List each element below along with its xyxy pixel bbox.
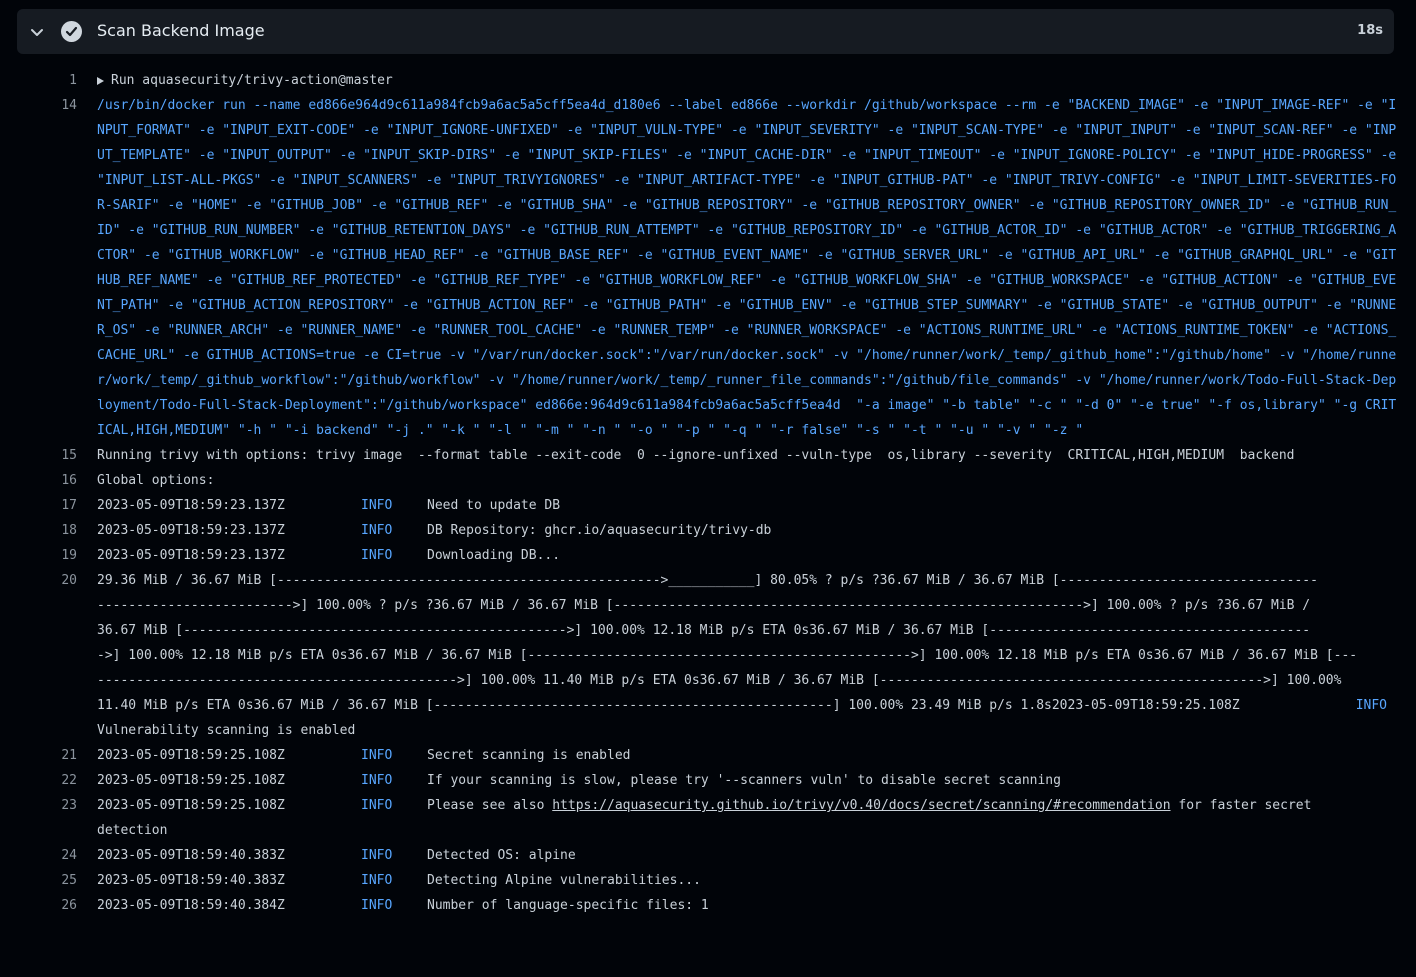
log-message: Downloading DB...: [427, 548, 561, 563]
run-group-label[interactable]: Run aquasecurity/trivy-action@master: [111, 73, 393, 88]
log-message: If your scanning is slow, please try '--…: [427, 773, 1061, 788]
docker-command: /usr/bin/docker run --name ed866e964d9c6…: [97, 98, 1405, 438]
log-level: INFO: [361, 798, 393, 813]
step-duration: 18s: [1357, 23, 1383, 38]
log-timestamp: 2023-05-09T18:59:40.384Z: [97, 898, 285, 913]
log-line: 21 2023-05-09T18:59:25.108Z INFO Secret sc…: [0, 743, 1416, 768]
line-number[interactable]: 15: [40, 443, 77, 468]
log-timestamp: 2023-05-09T18:59:25.108Z: [97, 798, 285, 813]
log-message: Secret scanning is enabled: [427, 748, 631, 763]
log-level: INFO: [361, 548, 393, 563]
line-number[interactable]: 26: [40, 893, 77, 918]
line-number[interactable]: 1: [40, 68, 77, 93]
expand-triangle-icon[interactable]: [97, 76, 104, 85]
log-level: INFO: [361, 498, 393, 513]
log-level: INFO: [361, 748, 393, 763]
log-timestamp: 2023-05-09T18:59:25.108Z: [97, 748, 285, 763]
log-line: 17 2023-05-09T18:59:23.137Z INFO Need to u…: [0, 493, 1416, 518]
log-line: 19 2023-05-09T18:59:23.137Z INFO Downloadi…: [0, 543, 1416, 568]
log-timestamp: 2023-05-09T18:59:40.383Z: [97, 873, 285, 888]
log-line: 22 2023-05-09T18:59:25.108Z INFO If your s…: [0, 768, 1416, 793]
log-message: Need to update DB: [427, 498, 561, 513]
docs-link[interactable]: https://aquasecurity.github.io/trivy/v0.…: [552, 798, 1170, 813]
log-message: Number of language-specific files: 1: [427, 898, 709, 913]
progress-text: ------------------------->] 100.00% ? p/…: [97, 598, 1311, 613]
log-level: INFO: [361, 848, 393, 863]
log-output: 1 Run aquasecurity/trivy-action@master 1…: [0, 68, 1416, 918]
log-level: INFO: [361, 898, 393, 913]
line-number[interactable]: 14: [40, 93, 77, 118]
log-message: Please see also: [427, 798, 553, 813]
log-timestamp: 2023-05-09T18:59:23.137Z: [97, 548, 285, 563]
log-line: 18 2023-05-09T18:59:23.137Z INFO DB Reposi…: [0, 518, 1416, 543]
line-number[interactable]: 23: [40, 793, 77, 818]
log-message: Vulnerability scanning is enabled: [97, 723, 356, 738]
success-check-icon: [61, 21, 82, 42]
line-number[interactable]: 22: [40, 768, 77, 793]
log-line: 15 Running trivy with options: trivy ima…: [0, 443, 1416, 468]
log-line: 16 Global options:: [0, 468, 1416, 493]
chevron-down-icon[interactable]: [29, 24, 45, 40]
step-title: Scan Backend Image: [97, 21, 265, 40]
log-text: Running trivy with options: trivy image …: [97, 448, 1295, 463]
log-line: 14 /usr/bin/docker run --name ed866e964d…: [0, 93, 1416, 443]
line-number[interactable]: 18: [40, 518, 77, 543]
progress-text: ->] 100.00% 12.18 MiB p/s ETA 0s36.67 Mi…: [97, 648, 1358, 663]
line-number[interactable]: 24: [40, 843, 77, 868]
log-timestamp: 2023-05-09T18:59:23.137Z: [97, 498, 285, 513]
line-number[interactable]: 25: [40, 868, 77, 893]
progress-text: 11.40 MiB p/s ETA 0s36.67 MiB / 36.67 Mi…: [97, 698, 1240, 713]
log-line: 26 2023-05-09T18:59:40.384Z INFO Number of…: [0, 893, 1416, 918]
log-level: INFO: [361, 523, 393, 538]
log-timestamp: 2023-05-09T18:59:25.108Z: [97, 773, 285, 788]
log-line: 24 2023-05-09T18:59:40.383Z INFO Detected …: [0, 843, 1416, 868]
progress-text: ----------------------------------------…: [97, 673, 1342, 688]
log-timestamp: 2023-05-09T18:59:40.383Z: [97, 848, 285, 863]
line-number[interactable]: 17: [40, 493, 77, 518]
log-text: Global options:: [97, 473, 215, 488]
log-line-progress: 20 29.36 MiB / 36.67 MiB [--------------…: [0, 568, 1416, 743]
line-number[interactable]: 19: [40, 543, 77, 568]
log-message: Detecting Alpine vulnerabilities...: [427, 873, 701, 888]
line-number[interactable]: 16: [40, 468, 77, 493]
log-level: INFO: [361, 773, 393, 788]
log-message: DB Repository: ghcr.io/aquasecurity/triv…: [427, 523, 772, 538]
log-timestamp: 2023-05-09T18:59:23.137Z: [97, 523, 285, 538]
log-line: 25 2023-05-09T18:59:40.383Z INFO Detecting…: [0, 868, 1416, 893]
log-line[interactable]: 1 Run aquasecurity/trivy-action@master: [0, 68, 1416, 93]
log-message: Detected OS: alpine: [427, 848, 576, 863]
log-level: INFO: [1355, 698, 1387, 713]
log-message: detection: [97, 823, 168, 838]
log-line: 23 2023-05-09T18:59:25.108Z INFO Please …: [0, 793, 1416, 843]
log-level: INFO: [361, 873, 393, 888]
progress-text: 36.67 MiB [-----------------------------…: [97, 623, 1311, 638]
progress-text: 29.36 MiB / 36.67 MiB [-----------------…: [97, 573, 1318, 588]
line-number[interactable]: 20: [40, 568, 77, 593]
step-header[interactable]: Scan Backend Image 18s: [17, 9, 1394, 54]
log-message: for faster secret: [1170, 798, 1312, 813]
line-number[interactable]: 21: [40, 743, 77, 768]
